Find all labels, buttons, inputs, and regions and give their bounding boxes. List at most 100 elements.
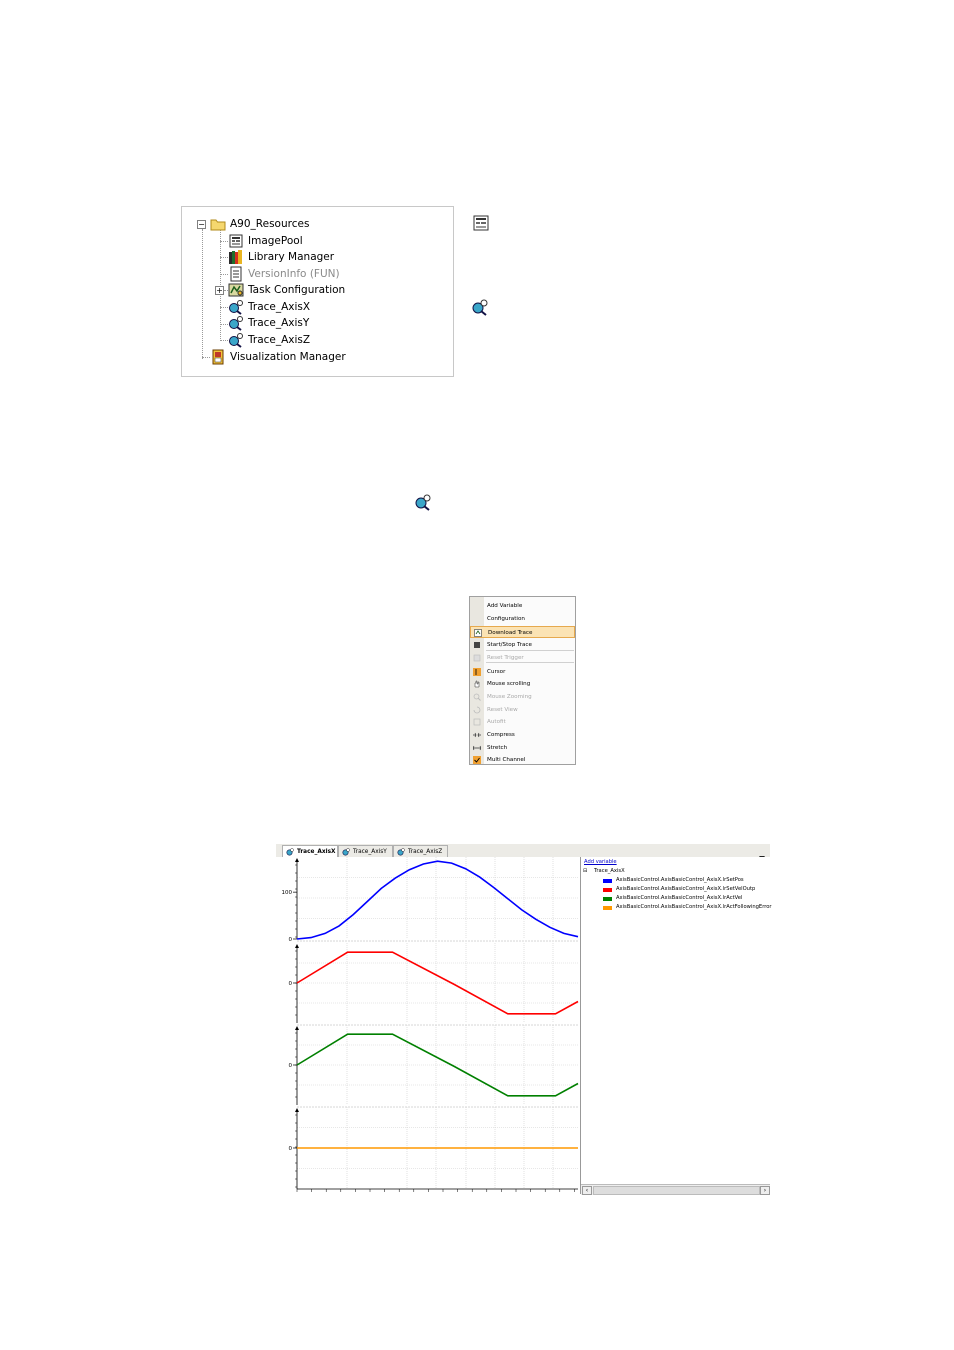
visualization-icon — [210, 349, 226, 365]
tree-item-visualization-manager[interactable]: Visualization Manager — [210, 349, 346, 365]
tab-trace-axisx[interactable]: Trace_AxisX — [282, 845, 338, 857]
tree-item-label: Visualization Manager — [230, 351, 346, 363]
menu-item-label: Download Trace — [488, 630, 533, 636]
series-color-swatch — [603, 879, 612, 883]
add-variable-link[interactable]: Add variable — [584, 859, 617, 865]
variable-label: AxisBasicControl.AxisBasicControl_AxisX.… — [616, 886, 756, 892]
menu-item-label: Autofit — [487, 719, 506, 725]
tab-trace-axisy[interactable]: Trace_AxisY — [338, 845, 393, 857]
tab-trace-axisz[interactable]: Trace_AxisZ — [393, 845, 448, 857]
tree-item-label: Trace_AxisX — [248, 301, 311, 313]
trace-icon — [228, 299, 244, 315]
scroll-left-arrow[interactable]: ‹ — [582, 1186, 592, 1195]
axis-arrow — [295, 1026, 299, 1030]
tree-item-label: Library Manager — [248, 251, 335, 263]
menu-item-label: Cursor — [487, 669, 506, 675]
document-icon — [228, 266, 244, 282]
menu-item-label: Stretch — [487, 745, 508, 751]
axis-arrow — [295, 1108, 299, 1112]
tree-item-label: VersionInfo (FUN) — [248, 268, 340, 280]
tree-connector — [220, 340, 228, 341]
stretch-icon — [472, 744, 482, 752]
variable-group-label: Trace_AxisX — [594, 868, 625, 874]
tree-item-trace-axisx[interactable]: Trace_AxisX — [228, 299, 310, 315]
trace-window: Trace_AxisX Trace_AxisY Trace_AxisZ 100 0… — [276, 844, 772, 1203]
image-pool-icon — [228, 233, 244, 249]
trace-icon — [286, 848, 294, 856]
trace-variable-panel: Add variable ⊟ Trace_AxisX AxisBasicCont… — [581, 857, 772, 1195]
compress-icon — [473, 731, 481, 739]
menu-item-download-trace[interactable]: Download Trace — [470, 626, 575, 638]
trace-icon — [471, 298, 489, 316]
menu-item-reset-view[interactable]: Reset View — [470, 704, 575, 716]
chevron-down-icon[interactable] — [758, 847, 766, 860]
zoom-icon — [473, 693, 481, 701]
menu-item-mouse-scrolling[interactable]: Mouse scrolling — [470, 678, 575, 690]
series-color-swatch — [603, 897, 612, 901]
task-config-icon — [228, 282, 244, 298]
menu-item-cursor[interactable]: Cursor — [470, 666, 575, 678]
checkmark-icon — [473, 756, 481, 764]
cursor-icon — [473, 668, 481, 676]
menu-item-add-variable[interactable]: Add Variable — [470, 600, 575, 612]
tree-item-label: Trace_AxisZ — [248, 334, 311, 346]
menu-item-compress[interactable]: Compress — [470, 729, 575, 741]
library-books-icon — [228, 249, 244, 265]
y-tick-label: 0 — [289, 1063, 293, 1069]
y-tick-label: 0 — [289, 1146, 293, 1152]
menu-item-autofit[interactable]: Autofit — [470, 716, 575, 728]
collapse-toggle[interactable]: ⊟ — [583, 868, 587, 874]
resource-tree-panel: − + A90_Resources ImagePool Library Mana… — [181, 206, 454, 377]
tree-connector — [220, 324, 228, 325]
menu-item-label: Compress — [487, 732, 515, 738]
tree-item-library-manager[interactable]: Library Manager — [228, 249, 334, 265]
menu-separator — [486, 650, 574, 651]
menu-item-label: Multi Channel — [487, 757, 526, 763]
menu-item-label: Mouse Zooming — [487, 694, 532, 700]
scroll-right-arrow[interactable]: › — [760, 1186, 770, 1195]
variable-label: AxisBasicControl.AxisBasicControl_AxisX.… — [616, 904, 772, 910]
tree-item-a90-resources[interactable]: A90_Resources — [210, 216, 309, 232]
tree-connector — [202, 357, 210, 358]
menu-item-label: Configuration — [487, 616, 525, 622]
variable-label: AxisBasicControl.AxisBasicControl_AxisX.… — [616, 895, 743, 901]
collapse-toggle[interactable]: − — [197, 220, 206, 229]
trace-icon — [414, 493, 432, 511]
trace-icon — [397, 848, 405, 856]
variable-label: AxisBasicControl.AxisBasicControl_AxisX.… — [616, 877, 744, 883]
image-pool-icon — [472, 214, 490, 232]
expand-toggle[interactable]: + — [215, 286, 224, 295]
tree-item-imagepool[interactable]: ImagePool — [228, 233, 303, 249]
folder-icon — [210, 216, 226, 232]
tree-connector — [220, 274, 228, 275]
tree-item-trace-axisy[interactable]: Trace_AxisY — [228, 315, 309, 331]
axis-arrow — [295, 944, 299, 948]
menu-item-label: Reset View — [487, 707, 518, 713]
tree-item-label: Trace_AxisY — [248, 317, 310, 329]
horizontal-scrollbar[interactable]: ‹ › — [581, 1184, 770, 1195]
tree-item-label: Task Configuration — [248, 284, 346, 296]
y-tick-label: 100 — [282, 890, 293, 896]
menu-item-mouse-zooming[interactable]: Mouse Zooming — [470, 691, 575, 703]
tree-item-task-configuration[interactable]: Task Configuration — [228, 282, 345, 298]
menu-item-multi-channel[interactable]: Multi Channel — [470, 754, 575, 766]
tree-item-label: A90_Resources — [230, 218, 310, 230]
menu-item-label: Mouse scrolling — [487, 681, 531, 687]
tree-item-trace-axisz[interactable]: Trace_AxisZ — [228, 332, 310, 348]
tree-item-label: ImagePool — [248, 235, 303, 247]
trace-tab-bar: Trace_AxisX Trace_AxisY Trace_AxisZ — [276, 844, 770, 860]
menu-item-configuration[interactable]: Configuration — [470, 613, 575, 625]
trace-icon — [228, 315, 244, 331]
y-tick-label: 0 — [289, 981, 293, 987]
trace-icon — [342, 848, 350, 856]
menu-item-stretch[interactable]: Stretch — [470, 742, 575, 754]
scrollbar-thumb[interactable] — [593, 1186, 760, 1195]
menu-separator — [486, 662, 574, 663]
trace-plot-svg: 10000005m48s500ms5m48s — [282, 857, 579, 1203]
start-stop-icon — [473, 641, 481, 649]
series-color-swatch — [603, 906, 612, 910]
tree-item-versioninfo[interactable]: VersionInfo (FUN) — [228, 266, 340, 282]
trace-plot-area[interactable]: 10000005m48s500ms5m48s — [276, 857, 581, 1203]
reset-trigger-icon — [473, 654, 481, 662]
reset-view-icon — [473, 706, 481, 714]
